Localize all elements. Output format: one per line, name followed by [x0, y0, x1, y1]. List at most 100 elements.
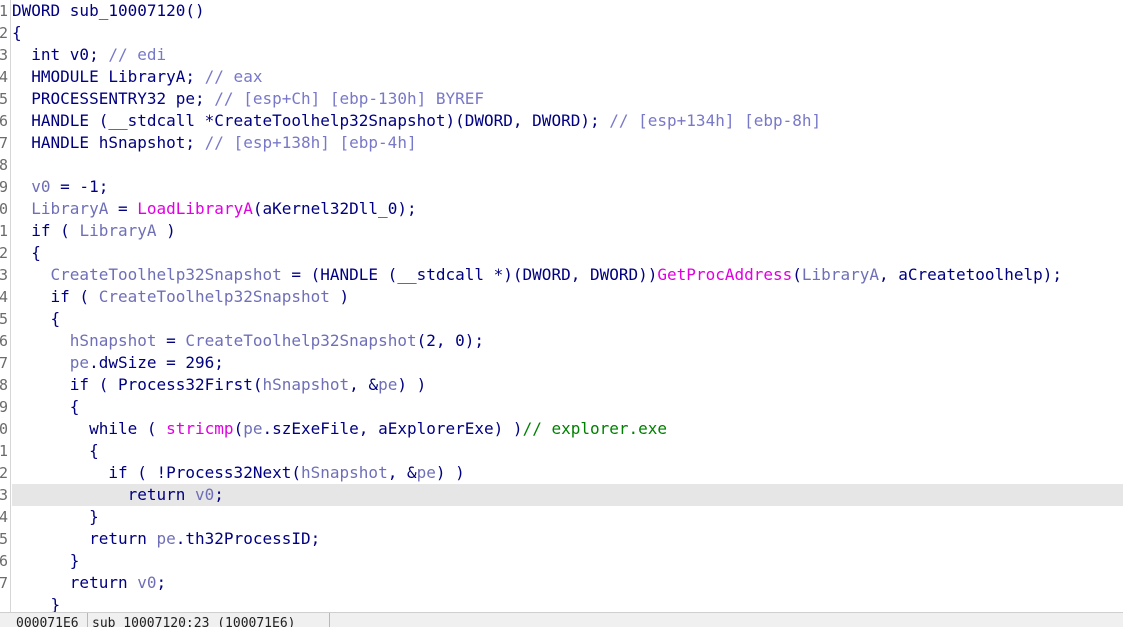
line-number: 4 — [0, 286, 8, 308]
code-token[interactable]: DWORD sub_10007120() — [12, 1, 205, 20]
code-token: // [esp+Ch] [ebp-130h] BYREF — [214, 89, 485, 108]
code-line[interactable]: if ( !Process32Next(hSnapshot, &pe) ) — [12, 462, 1123, 484]
line-number: 1 — [0, 220, 8, 242]
line-number: 3 — [0, 484, 8, 506]
code-token: (aKernel32Dll_0); — [252, 199, 417, 218]
code-token: HANDLE hSnapshot; — [12, 133, 205, 152]
code-token[interactable]: hSnapshot — [12, 331, 157, 350]
line-number: 7 — [0, 572, 8, 594]
code-line[interactable]: } — [12, 506, 1123, 528]
status-address: 000071E6 — [12, 613, 88, 627]
code-line[interactable]: hSnapshot = CreateToolhelp32Snapshot(2, … — [12, 330, 1123, 352]
code-token: = (HANDLE (__stdcall *)(DWORD, DWORD)) — [281, 265, 658, 284]
code-token[interactable]: hSnapshot — [301, 463, 388, 482]
code-token[interactable]: stricmp — [166, 419, 233, 438]
code-token[interactable]: LibraryA — [12, 199, 108, 218]
code-token[interactable]: pe — [243, 419, 262, 438]
line-number: 5 — [0, 308, 8, 330]
code-line[interactable]: while ( stricmp(pe.szExeFile, aExplorerE… — [12, 418, 1123, 440]
code-token[interactable]: pe — [417, 463, 436, 482]
pseudocode-editor[interactable]: DWORD sub_10007120() { int v0; // edi HMO… — [12, 0, 1123, 612]
code-line[interactable]: { — [12, 22, 1123, 44]
code-token: if ( — [12, 221, 80, 240]
code-token: } — [12, 595, 61, 612]
code-token[interactable]: GetProcAddress — [657, 265, 792, 284]
code-line[interactable]: if ( LibraryA ) — [12, 220, 1123, 242]
code-line[interactable]: HMODULE LibraryA; // eax — [12, 66, 1123, 88]
code-token[interactable]: v0 — [137, 573, 156, 592]
code-token[interactable]: Process32First — [118, 375, 253, 394]
line-number: 5 — [0, 88, 8, 110]
code-token[interactable]: v0 — [195, 485, 214, 504]
code-line[interactable]: return pe.th32ProcessID; — [12, 528, 1123, 550]
line-number: 9 — [0, 176, 8, 198]
code-token: ( — [792, 265, 802, 284]
pseudocode-window: 123456789012345678901234567 DWORD sub_10… — [0, 0, 1123, 627]
line-number: 4 — [0, 506, 8, 528]
code-line[interactable]: } — [12, 594, 1123, 612]
code-token: ; — [214, 485, 224, 504]
code-line[interactable]: { — [12, 440, 1123, 462]
code-token[interactable]: LibraryA — [79, 221, 156, 240]
code-line[interactable]: { — [12, 242, 1123, 264]
code-line[interactable]: if ( Process32First(hSnapshot, &pe) ) — [12, 374, 1123, 396]
code-token[interactable]: hSnapshot — [262, 375, 349, 394]
code-line[interactable]: return v0; — [12, 484, 1123, 506]
code-line[interactable]: DWORD sub_10007120() — [12, 0, 1123, 22]
line-number: 7 — [0, 132, 8, 154]
code-line[interactable]: return v0; — [12, 572, 1123, 594]
status-bar: 000071E6 sub_10007120:23 (100071E6) — [0, 612, 1123, 627]
code-token: { — [12, 441, 99, 460]
status-location: sub_10007120:23 (100071E6) — [88, 613, 330, 627]
code-token: { — [12, 397, 80, 416]
line-number: 1 — [0, 440, 8, 462]
code-line[interactable] — [12, 154, 1123, 176]
code-token: // [esp+134h] [ebp-8h] — [609, 111, 822, 130]
code-line[interactable]: } — [12, 550, 1123, 572]
code-token: .szExeFile, aExplorerExe) ) — [262, 419, 523, 438]
code-line[interactable]: { — [12, 396, 1123, 418]
code-line[interactable]: PROCESSENTRY32 pe; // [esp+Ch] [ebp-130h… — [12, 88, 1123, 110]
code-token[interactable]: CreateToolhelp32Snapshot — [185, 331, 416, 350]
code-token: return — [12, 485, 196, 504]
code-token[interactable]: v0 — [12, 177, 50, 196]
code-token: ) — [329, 287, 350, 306]
code-token: } — [12, 551, 80, 570]
line-number: 8 — [0, 154, 8, 176]
code-token: = -1; — [50, 177, 109, 196]
code-line[interactable]: pe.dwSize = 296; — [12, 352, 1123, 374]
code-token[interactable]: CreateToolhelp32Snapshot — [12, 265, 282, 284]
code-token: ) ) — [435, 463, 465, 482]
code-token: return — [12, 573, 138, 592]
code-token[interactable]: Process32Next — [166, 463, 291, 482]
line-number: 6 — [0, 110, 8, 132]
line-number: 6 — [0, 550, 8, 572]
code-token: { — [12, 243, 41, 262]
code-line[interactable]: if ( CreateToolhelp32Snapshot ) — [12, 286, 1123, 308]
code-token[interactable]: pe — [157, 529, 176, 548]
code-token[interactable]: pe — [378, 375, 397, 394]
code-token: return — [12, 529, 157, 548]
code-token[interactable]: pe — [12, 353, 89, 372]
code-line[interactable]: LibraryA = LoadLibraryA(aKernel32Dll_0); — [12, 198, 1123, 220]
code-line[interactable]: HANDLE hSnapshot; // [esp+138h] [ebp-4h] — [12, 132, 1123, 154]
code-line[interactable]: CreateToolhelp32Snapshot = (HANDLE (__st… — [12, 264, 1123, 286]
code-token: .dwSize = 296; — [89, 353, 224, 372]
code-token: if ( ! — [12, 463, 167, 482]
code-token[interactable]: LibraryA — [802, 265, 879, 284]
code-token: ) ) — [397, 375, 427, 394]
code-token: ( — [233, 419, 244, 438]
code-token: (2, 0); — [416, 331, 485, 350]
code-line[interactable]: HANDLE (__stdcall *CreateToolhelp32Snaps… — [12, 110, 1123, 132]
code-token[interactable]: LoadLibraryA — [137, 199, 253, 218]
code-line[interactable]: v0 = -1; — [12, 176, 1123, 198]
line-number: 0 — [0, 198, 8, 220]
code-token[interactable]: CreateToolhelp32Snapshot — [99, 287, 330, 306]
code-line[interactable]: { — [12, 308, 1123, 330]
line-number: 2 — [0, 242, 8, 264]
code-line[interactable]: int v0; // edi — [12, 44, 1123, 66]
code-token: // [esp+138h] [ebp-4h] — [204, 133, 417, 152]
code-token: , aCreatetoolhelp); — [878, 265, 1062, 284]
code-token: ) — [156, 221, 176, 240]
code-token: { — [12, 309, 61, 328]
